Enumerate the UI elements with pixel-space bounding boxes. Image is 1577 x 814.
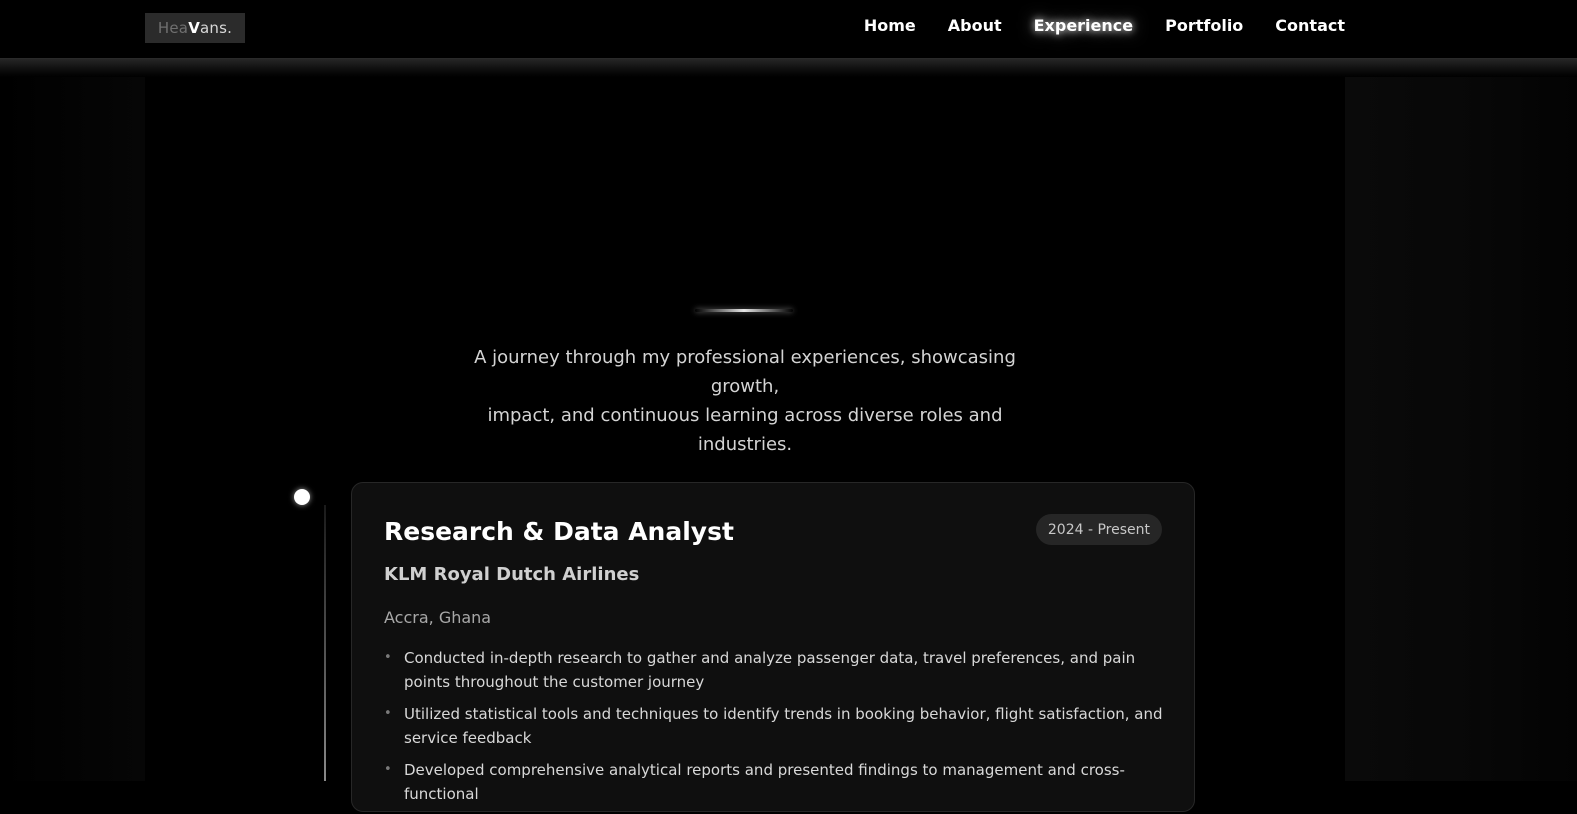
list-item: • Developed comprehensive analytical rep… <box>384 758 1164 806</box>
list-item-text: Conducted in-depth research to gather an… <box>404 649 1136 691</box>
intro-line: A journey through my professional experi… <box>474 347 1016 397</box>
logo-text-part: Hea <box>157 19 189 37</box>
navbar: Hea Vans. Home About Experience Portfolio… <box>0 0 1577 59</box>
intro-text: A journey through my professional experi… <box>445 343 1045 459</box>
logo-text-part: ans. <box>200 19 233 37</box>
timeline-dot <box>294 489 310 505</box>
nav-link-home[interactable]: Home <box>864 16 916 35</box>
bullet-icon: • <box>384 762 392 777</box>
list-item: • Conducted in-depth research to gather … <box>384 646 1164 694</box>
nav-link-about[interactable]: About <box>948 16 1002 35</box>
nav-link-portfolio[interactable]: Portfolio <box>1165 16 1243 35</box>
nav-links: Home About Experience Portfolio Contact <box>864 16 1345 35</box>
logo[interactable]: Hea Vans. <box>145 13 245 43</box>
side-panel-left <box>0 77 145 781</box>
job-title: Research & Data Analyst <box>384 517 734 546</box>
date-badge: 2024 - Present <box>1035 514 1162 545</box>
intro-line: impact, and continuous learning across d… <box>487 405 1003 455</box>
nav-link-contact[interactable]: Contact <box>1275 16 1345 35</box>
navbar-shadow <box>0 59 1577 77</box>
nav-link-experience[interactable]: Experience <box>1034 16 1134 35</box>
list-item-text: Utilized statistical tools and technique… <box>404 705 1163 747</box>
list-item: • Utilized statistical tools and techniq… <box>384 702 1164 750</box>
logo-text-part: V <box>188 19 201 37</box>
bullet-icon: • <box>384 650 392 665</box>
heading-glow-divider <box>695 309 793 312</box>
list-item-text: Developed comprehensive analytical repor… <box>404 761 1125 803</box>
side-panel-right <box>1345 77 1577 781</box>
company-name: KLM Royal Dutch Airlines <box>384 564 640 585</box>
timeline-line <box>324 505 326 781</box>
job-location: Accra, Ghana <box>384 608 492 627</box>
responsibility-list: • Conducted in-depth research to gather … <box>384 646 1164 814</box>
bullet-icon: • <box>384 706 392 721</box>
experience-card: Research & Data Analyst 2024 - Present K… <box>351 482 1195 812</box>
